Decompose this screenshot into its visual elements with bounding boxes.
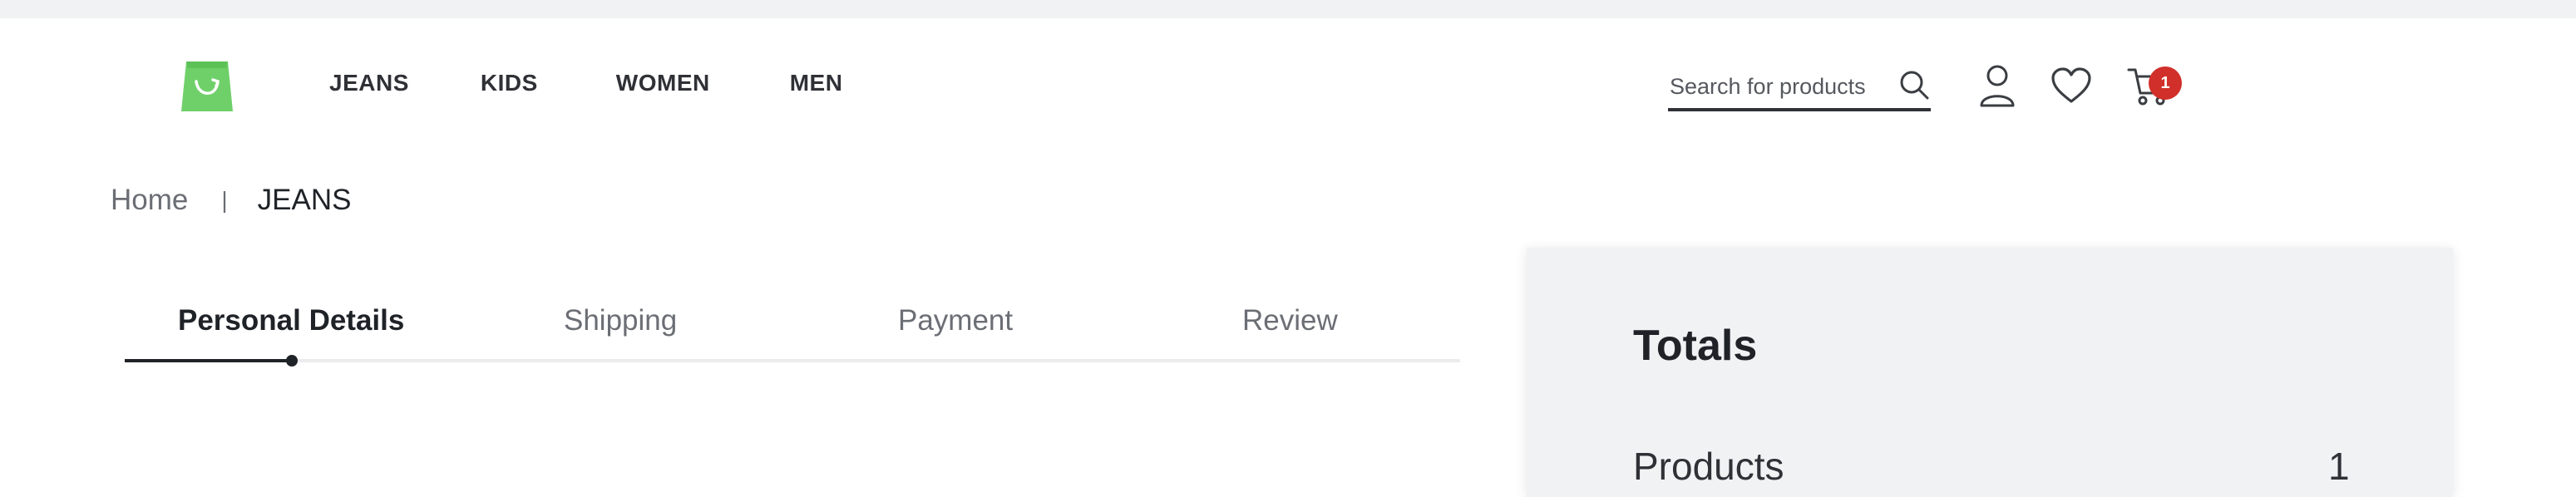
step-review[interactable]: Review [1242,304,1338,337]
step-payment[interactable]: Payment [898,304,1013,337]
checkout-steps: Personal Details Shipping Payment Review [125,299,1460,367]
totals-panel: Totals Products 1 [1527,248,2453,497]
site-header: JEANS KIDS WOMEN MEN 1 [0,18,2576,148]
totals-products-label: Products [1633,445,1784,488]
breadcrumb-home[interactable]: Home [111,184,188,217]
steps-progress-dot [286,355,298,367]
shopping-bag-logo-icon[interactable] [178,57,236,115]
nav-women[interactable]: WOMEN [616,70,710,96]
top-strip [0,0,2576,18]
cart-count-badge: 1 [2149,66,2182,100]
steps-track [125,359,1460,362]
nav-jeans[interactable]: JEANS [329,70,409,96]
search-icon[interactable] [1897,68,1931,101]
nav-men[interactable]: MEN [790,70,843,96]
user-icon[interactable] [1979,63,2016,108]
totals-title: Totals [1633,322,1758,370]
main-nav: JEANS KIDS WOMEN MEN [329,70,842,96]
nav-kids[interactable]: KIDS [481,70,538,96]
heart-icon[interactable] [2050,66,2092,105]
breadcrumb-separator: | [221,187,228,213]
totals-products-value: 1 [2328,445,2350,488]
step-shipping[interactable]: Shipping [564,304,677,337]
breadcrumb: Home | JEANS [111,181,351,219]
search-box [1668,63,1931,111]
steps-progress-bar [125,359,293,362]
step-personal-details[interactable]: Personal Details [178,304,404,337]
breadcrumb-current: JEANS [257,184,352,216]
search-input[interactable] [1670,70,1894,103]
